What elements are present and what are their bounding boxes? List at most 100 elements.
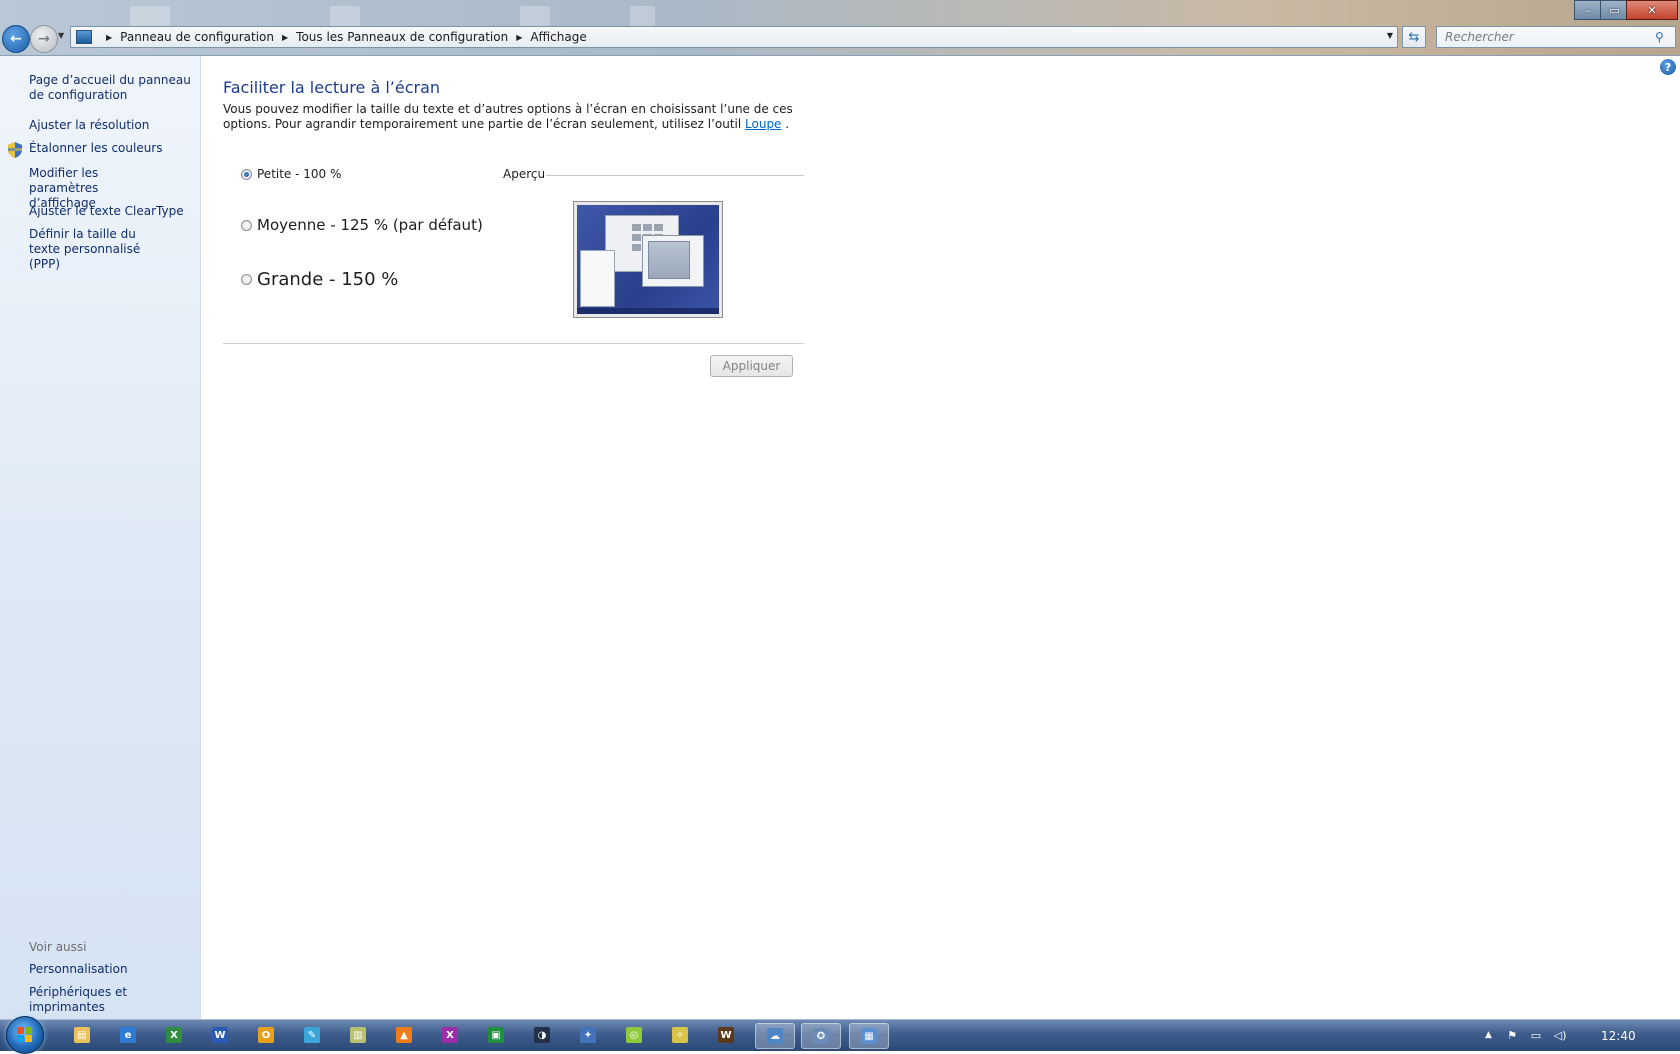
taskbar-app-app[interactable]: ✧ xyxy=(668,1023,692,1047)
taskbar-app-warcraft[interactable]: W xyxy=(714,1023,738,1047)
taskbar-app-excel[interactable]: X xyxy=(162,1023,186,1047)
taskbar-app-word[interactable]: W xyxy=(208,1023,232,1047)
apply-button[interactable]: Appliquer xyxy=(710,355,793,377)
app-icon: ✎ xyxy=(304,1027,320,1043)
action-center-flag-icon[interactable]: ⚑ xyxy=(1505,1028,1519,1042)
taskbar-app-internet-explorer[interactable]: e xyxy=(116,1023,140,1047)
taskbar-app-outlook[interactable]: O xyxy=(254,1023,278,1047)
page-title: Faciliter la lecture à l’écran xyxy=(223,78,441,97)
search-box[interactable]: ⚲ xyxy=(1436,26,1676,48)
devices-printers-link[interactable]: Périphériques et imprimantes xyxy=(29,985,195,1015)
see-also-heading: Voir aussi xyxy=(29,940,87,954)
back-button[interactable]: ← xyxy=(2,25,30,53)
forward-button[interactable]: → xyxy=(30,25,58,53)
intro-text-body: Vous pouvez modifier la taille du texte … xyxy=(223,102,793,131)
background-decoration xyxy=(130,6,170,26)
option-medium[interactable]: Moyenne - 125 % (par défaut) xyxy=(241,216,483,234)
app-icon: ✪ xyxy=(813,1028,829,1044)
option-medium-label[interactable]: Moyenne - 125 % (par défaut) xyxy=(257,216,483,234)
recent-pages-dropdown[interactable]: ▼ xyxy=(58,31,64,40)
option-small[interactable]: Petite - 100 % xyxy=(241,167,341,181)
intro-text-end: . xyxy=(781,117,790,131)
taskbar-app-app[interactable]: ◎ xyxy=(622,1023,646,1047)
address-bar[interactable]: ▶ Panneau de configuration ▶ Tous les Pa… xyxy=(70,26,1398,48)
display-icon: ▦ xyxy=(861,1028,877,1044)
preview-divider xyxy=(546,175,804,176)
terminal-icon: ▣ xyxy=(488,1027,504,1043)
breadcrumb-control-panel[interactable]: Panneau de configuration xyxy=(120,30,274,44)
personalization-link[interactable]: Personnalisation xyxy=(29,962,195,977)
app-icon: ◎ xyxy=(626,1027,642,1043)
address-dropdown-icon[interactable]: ▼ xyxy=(1387,31,1393,40)
start-button[interactable] xyxy=(6,1016,44,1054)
window-titlebar: – ▭ ✕ ← → ▼ ▶ Panneau de configuration ▶… xyxy=(0,0,1680,56)
calibrate-colors-link[interactable]: Étalonner les couleurs xyxy=(29,141,195,156)
preview-image xyxy=(573,201,723,318)
xmind-icon: X xyxy=(442,1027,458,1043)
background-decoration xyxy=(520,6,550,26)
breadcrumb-display[interactable]: Affichage xyxy=(530,30,586,44)
option-large-label[interactable]: Grande - 150 % xyxy=(257,269,398,290)
preview-label: Aperçu xyxy=(503,167,546,181)
section-divider xyxy=(223,343,804,344)
search-input[interactable] xyxy=(1437,27,1655,47)
notepad-icon: ▥ xyxy=(350,1027,366,1043)
taskbar-app-app[interactable]: ✎ xyxy=(300,1023,324,1047)
search-icon[interactable]: ⚲ xyxy=(1655,30,1669,44)
taskbar-app-terminal[interactable]: ▣ xyxy=(484,1023,508,1047)
radio-small[interactable] xyxy=(241,168,252,180)
shield-icon xyxy=(8,142,22,158)
adjust-cleartype-link[interactable]: Ajuster le texte ClearType xyxy=(29,204,195,219)
clock[interactable]: 12:40 xyxy=(1601,1029,1636,1043)
taskbar-app-display[interactable]: ▦ xyxy=(849,1023,889,1049)
control-panel-icon xyxy=(76,30,92,44)
volume-icon[interactable]: ◁) xyxy=(1553,1028,1567,1042)
radio-medium[interactable] xyxy=(241,219,252,231)
close-button[interactable]: ✕ xyxy=(1626,0,1678,20)
minimize-button[interactable]: – xyxy=(1574,0,1603,20)
maximize-button[interactable]: ▭ xyxy=(1600,0,1629,20)
chevron-right-icon[interactable]: ▶ xyxy=(516,33,522,42)
show-hidden-icons-button[interactable]: ▲ xyxy=(1485,1030,1492,1040)
excel-icon: X xyxy=(166,1027,182,1043)
taskbar-app-xmind[interactable]: X xyxy=(438,1023,462,1047)
taskbar-app-vlc[interactable]: ▲ xyxy=(392,1023,416,1047)
network-icon[interactable]: ▭ xyxy=(1529,1028,1543,1042)
task-pane: Page d’accueil du panneau de configurati… xyxy=(0,56,201,1019)
network-icon: ✦ xyxy=(580,1027,596,1043)
internet-explorer-icon: e xyxy=(120,1027,136,1043)
intro-text: Vous pouvez modifier la taille du texte … xyxy=(223,102,803,132)
app-icon: ◑ xyxy=(534,1027,550,1043)
breadcrumb-all-control-panels[interactable]: Tous les Panneaux de configuration xyxy=(296,30,508,44)
background-decoration xyxy=(630,6,655,26)
taskbar-app-network[interactable]: ✦ xyxy=(576,1023,600,1047)
custom-dpi-link[interactable]: Définir la taille du texte personnalisé … xyxy=(29,227,169,272)
refresh-icon: ⇆ xyxy=(1408,29,1420,45)
taskbar-app-app[interactable]: ✪ xyxy=(801,1023,841,1049)
option-large[interactable]: Grande - 150 % xyxy=(241,269,398,290)
help-icon[interactable]: ? xyxy=(1660,59,1676,75)
refresh-button[interactable]: ⇆ xyxy=(1402,26,1426,48)
background-decoration xyxy=(330,6,360,26)
explorer-icon: ▤ xyxy=(74,1027,90,1043)
taskbar-app-control-panel[interactable]: ☁ xyxy=(755,1023,795,1049)
option-small-label[interactable]: Petite - 100 % xyxy=(257,167,341,181)
app-icon: ✧ xyxy=(672,1027,688,1043)
chevron-right-icon[interactable]: ▶ xyxy=(282,33,288,42)
outlook-icon: O xyxy=(258,1027,274,1043)
taskbar: ▤ e X W O ✎ ▥ ▲ X ▣ ◑ ✦ ◎ ✧ W ☁ ✪ ▦ ▲ ⚑ ▭ ◁) 12:40 xyxy=(0,1016,1680,1054)
vlc-icon: ▲ xyxy=(396,1027,412,1043)
chevron-right-icon[interactable]: ▶ xyxy=(106,33,112,42)
taskbar-app-app[interactable]: ◑ xyxy=(530,1023,554,1047)
control-panel-home-link[interactable]: Page d’accueil du panneau de configurati… xyxy=(29,73,195,103)
adjust-resolution-link[interactable]: Ajuster la résolution xyxy=(29,118,195,133)
magnifier-link[interactable]: Loupe xyxy=(745,117,781,131)
control-panel-icon: ☁ xyxy=(767,1028,783,1044)
radio-large[interactable] xyxy=(241,274,252,285)
warcraft-icon: W xyxy=(718,1027,734,1043)
windows-logo-icon xyxy=(17,1027,33,1043)
arrow-right-icon: → xyxy=(38,31,50,47)
taskbar-app-explorer[interactable]: ▤ xyxy=(70,1023,94,1047)
taskbar-app-notepad[interactable]: ▥ xyxy=(346,1023,370,1047)
word-icon: W xyxy=(212,1027,228,1043)
